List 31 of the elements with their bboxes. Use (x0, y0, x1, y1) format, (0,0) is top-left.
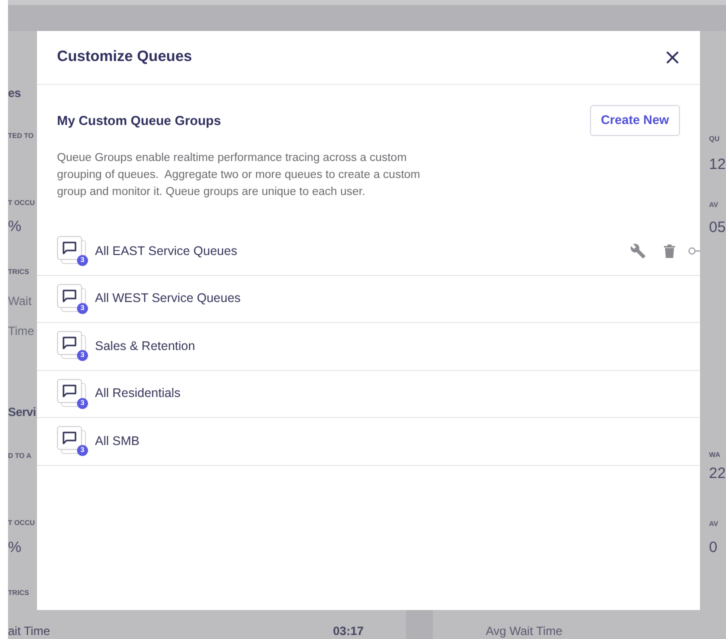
create-new-button[interactable]: Create New (590, 105, 680, 136)
chat-bubble-icon (62, 431, 77, 446)
chat-bubble-icon (62, 288, 77, 303)
dialog-title: Customize Queues (57, 47, 192, 68)
background-text: Time (8, 323, 34, 339)
queue-group-name: All WEST Service Queues (95, 290, 241, 308)
queue-group-name: All Residentials (95, 385, 180, 402)
background-text: 0 (709, 538, 718, 558)
queue-group-name: All EAST Service Queues (95, 242, 238, 260)
handle-icon[interactable] (688, 247, 700, 256)
wrench-icon[interactable] (630, 243, 646, 260)
background-text: % (8, 538, 22, 558)
background-text: es (8, 85, 21, 102)
background-text: % (8, 217, 22, 237)
queue-group-name: All SMB (95, 432, 140, 450)
background-text: Avg Wait Time (486, 624, 562, 639)
trash-icon[interactable] (664, 244, 675, 258)
chat-bubble-icon (62, 336, 77, 350)
close-icon[interactable] (664, 50, 680, 66)
description-text: Queue Groups enable realtime performance tracing across a custom grouping of queues. Aggregate two or more queues to create a custom group and monitor it. Queue groups are unique to each user. (57, 151, 422, 200)
chat-bubble-icon (62, 241, 77, 256)
background-text: Wait (8, 293, 32, 309)
background-text: 12 (709, 155, 726, 175)
background-text: ait Time (8, 624, 52, 639)
queue-group-name: Sales & Retention (95, 338, 196, 355)
background-text: 03:17 (333, 624, 364, 639)
background-text: 22 (709, 464, 726, 484)
section-title: My Custom Queue Groups (57, 112, 221, 130)
background-text: Servi (8, 404, 36, 421)
background-text: 05 (709, 218, 726, 238)
chat-bubble-icon (62, 384, 77, 398)
